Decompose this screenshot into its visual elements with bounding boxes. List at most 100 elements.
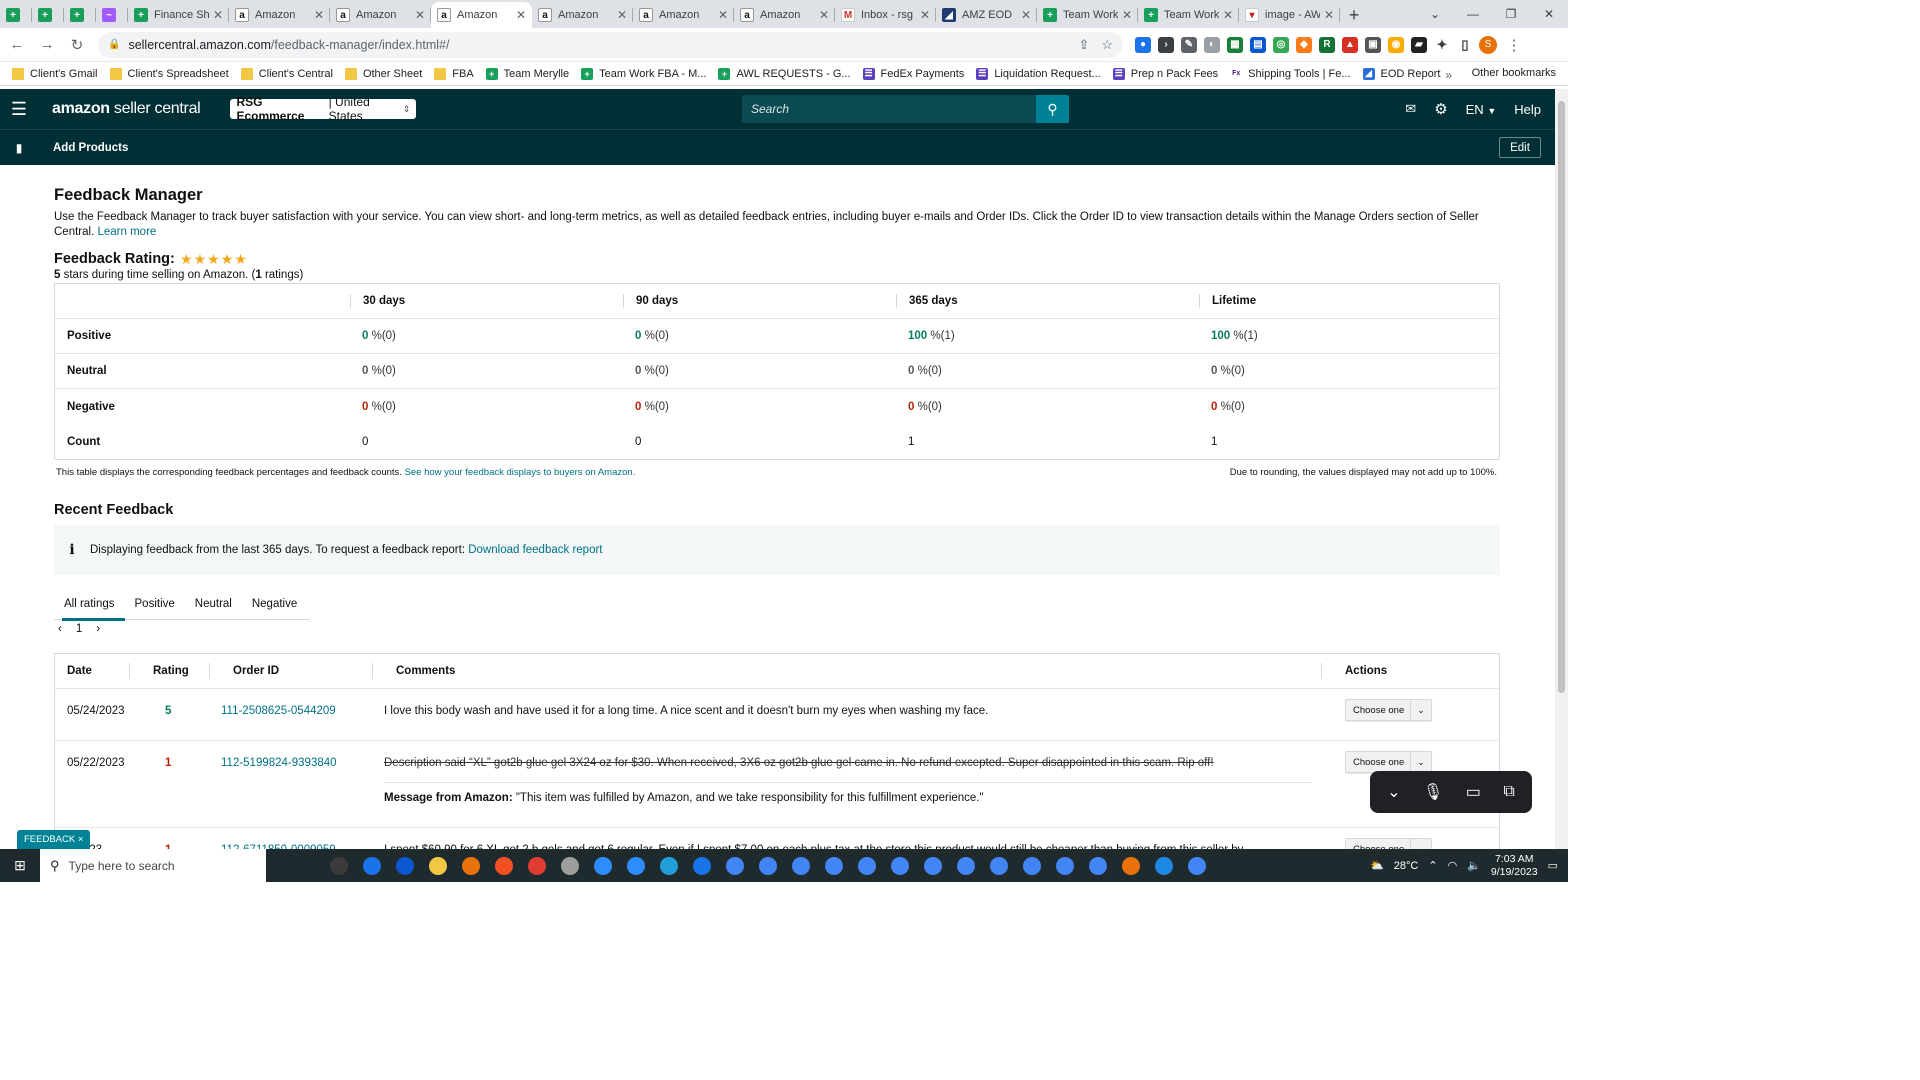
taskbar-app-icon[interactable] (850, 849, 883, 882)
browser-tab[interactable]: M Inbox - rsg ✕ (835, 2, 936, 28)
bookmark-item[interactable]: + Team Work FBA - M... (581, 67, 706, 80)
choose-one-dropdown[interactable]: Choose one ⌄ (1345, 838, 1432, 849)
browser-tab[interactable]: + (32, 2, 64, 28)
taskbar-app-icon[interactable] (718, 849, 751, 882)
taskbar-app-icon[interactable] (817, 849, 850, 882)
taskbar-app-icon[interactable] (322, 849, 355, 882)
address-bar[interactable]: 🔒 sellercentral.amazon.com/feedback-mana… (98, 31, 1123, 58)
add-products-link[interactable]: Add Products (53, 142, 128, 154)
browser-tab[interactable]: a Amazon ✕ (330, 2, 431, 28)
extension-icon[interactable]: ◐ (1204, 36, 1220, 53)
browser-tab[interactable]: a Amazon ✕ (734, 2, 835, 28)
learn-more-link[interactable]: Learn more (97, 226, 156, 238)
seller-central-logo[interactable]: amazon seller central (52, 100, 201, 118)
tab-close-icon[interactable]: ✕ (314, 8, 324, 22)
taskbar-app-icon[interactable] (388, 849, 421, 882)
forward-arrow-icon[interactable]: → (34, 32, 60, 58)
weather-temp[interactable]: 28°C (1394, 860, 1419, 872)
extension-icon[interactable]: ▤ (1250, 36, 1266, 53)
bookmark-item[interactable]: Other Sheet (344, 67, 422, 80)
reload-icon[interactable]: ↻ (64, 32, 90, 58)
bookmark-icon[interactable]: ▮ (0, 141, 38, 155)
tab-close-icon[interactable]: ✕ (1021, 8, 1031, 22)
download-feedback-report-link[interactable]: Download feedback report (468, 544, 602, 556)
bookmark-star-icon[interactable]: ☆ (1101, 37, 1113, 53)
extension-icon[interactable]: ● (1135, 36, 1151, 53)
taskbar-app-icon[interactable] (1147, 849, 1180, 882)
bookmarks-overflow-icon[interactable]: » (1445, 68, 1452, 82)
tray-chevron-icon[interactable]: ⌃ (1428, 859, 1437, 872)
search-input[interactable]: Search (742, 95, 1036, 123)
extensions-puzzle-icon[interactable]: ✦ (1434, 37, 1450, 53)
taskbar-app-icon[interactable] (784, 849, 817, 882)
mic-off-icon[interactable]: 🎙 (1423, 782, 1443, 802)
new-tab-button[interactable]: + (1340, 2, 1368, 28)
browser-tab[interactable]: + Finance Sh ✕ (128, 2, 229, 28)
next-page-chevron-icon[interactable]: › (96, 623, 100, 635)
tab-close-icon[interactable]: ✕ (415, 8, 425, 22)
see-feedback-display-link[interactable]: See how your feedback displays to buyers… (405, 467, 636, 478)
extension-icon[interactable]: ▣ (1365, 36, 1381, 53)
close-window-icon[interactable]: ✕ (1530, 0, 1568, 28)
browser-tab[interactable]: ▾ image - AW ✕ (1239, 2, 1340, 28)
taskbar-app-icon[interactable] (553, 849, 586, 882)
extension-icon[interactable]: R (1319, 36, 1335, 53)
edit-button[interactable]: Edit (1499, 137, 1541, 158)
bookmark-item[interactable]: Client's Gmail (12, 67, 98, 80)
browser-tab[interactable]: + Team Work ✕ (1138, 2, 1239, 28)
order-id-link[interactable]: 111-2508625-0544209 (221, 705, 336, 717)
extension-icon[interactable]: ◆ (1296, 36, 1312, 53)
page-number[interactable]: 1 (76, 623, 82, 635)
browser-tab[interactable]: a Amazon ✕ (532, 2, 633, 28)
bookmark-item[interactable]: Fx Shipping Tools | Fe... (1230, 67, 1351, 80)
tab-negative[interactable]: Negative (242, 588, 307, 619)
tab-close-icon[interactable]: ✕ (819, 8, 829, 22)
tab-close-icon[interactable]: ✕ (718, 8, 728, 22)
browser-tab[interactable]: a Amazon ✕ (229, 2, 330, 28)
taskbar-app-icon[interactable] (685, 849, 718, 882)
choose-one-dropdown[interactable]: Choose one ⌄ (1345, 751, 1432, 773)
taskbar-app-icon[interactable] (619, 849, 652, 882)
extension-icon[interactable]: ▲ (1342, 36, 1358, 53)
extension-icon[interactable]: ◉ (1388, 36, 1404, 53)
extension-icon[interactable]: ▦ (1227, 36, 1243, 53)
page-scrollbar[interactable] (1555, 89, 1568, 849)
extension-icon[interactable]: › (1158, 36, 1174, 53)
network-icon[interactable]: ◠ (1448, 859, 1458, 872)
bookmark-item[interactable]: + AWL REQUESTS - G... (718, 67, 851, 80)
bookmark-item[interactable]: + Team Merylle (485, 67, 569, 80)
notifications-icon[interactable]: ▭ (1548, 859, 1558, 872)
tab-close-icon[interactable]: ✕ (1324, 8, 1334, 22)
taskbar-app-icon[interactable] (982, 849, 1015, 882)
tab-close-icon[interactable]: ✕ (920, 8, 930, 22)
taskbar-app-icon[interactable] (652, 849, 685, 882)
bookmark-item[interactable]: ☰ Liquidation Request... (976, 67, 1101, 80)
bookmark-item[interactable]: FBA (434, 67, 474, 80)
scrollbar-thumb[interactable] (1558, 101, 1565, 693)
tab-all-ratings[interactable]: All ratings (54, 588, 125, 621)
minimize-icon[interactable]: — (1454, 0, 1492, 28)
order-id-link[interactable]: 112-5199824-9393840 (221, 757, 337, 769)
lock-icon[interactable]: 🔒 (108, 39, 120, 50)
taskbar-app-icon[interactable] (520, 849, 553, 882)
browser-tab[interactable]: a Amazon ✕ (633, 2, 734, 28)
profile-avatar[interactable]: S (1479, 35, 1497, 54)
taskbar-app-icon[interactable] (586, 849, 619, 882)
tab-neutral[interactable]: Neutral (185, 588, 242, 619)
tab-close-icon[interactable]: ✕ (1223, 8, 1233, 22)
taskbar-app-icon[interactable] (883, 849, 916, 882)
windows-start-icon[interactable]: ⊞ (0, 857, 40, 874)
feedback-tab[interactable]: FEEDBACK × (17, 830, 91, 849)
weather-icon[interactable]: ⛅ (1370, 859, 1384, 872)
taskbar-app-icon[interactable] (949, 849, 982, 882)
taskbar-app-icon[interactable] (355, 849, 388, 882)
side-panel-icon[interactable]: ▯ (1457, 37, 1473, 53)
volume-icon[interactable]: 🔈 (1467, 859, 1481, 872)
extension-icon[interactable]: ◎ (1273, 36, 1289, 53)
kebab-menu-icon[interactable]: ⋮ (1501, 32, 1527, 58)
share-icon[interactable]: ⇪ (1078, 37, 1089, 53)
bookmark-item[interactable]: ☰ FedEx Payments (862, 67, 964, 80)
browser-tab[interactable]: ◢ AMZ EOD ✕ (936, 2, 1037, 28)
mail-icon[interactable]: ✉ (1405, 101, 1416, 117)
taskbar-app-icon[interactable] (487, 849, 520, 882)
